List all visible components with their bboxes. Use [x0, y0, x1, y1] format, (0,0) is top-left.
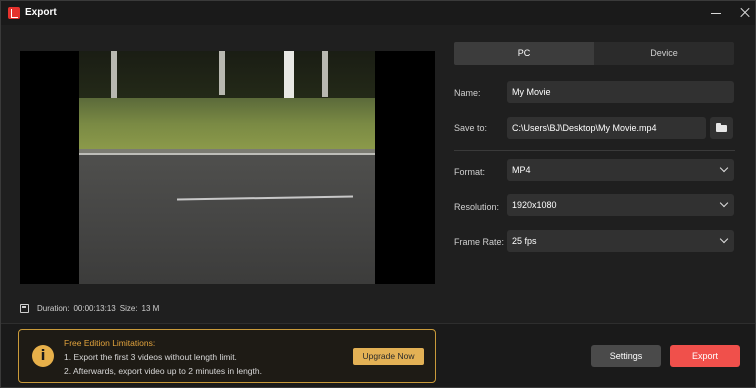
frame-trees — [79, 51, 375, 101]
resolution-value: 1920x1080 — [512, 200, 557, 210]
notice-line-2: 2. Afterwards, export video up to 2 minu… — [64, 366, 262, 376]
format-select[interactable]: MP4 — [507, 159, 734, 181]
window-title: Export — [25, 7, 57, 18]
video-preview — [20, 51, 435, 284]
format-value: MP4 — [512, 165, 531, 175]
name-label: Name: — [454, 88, 481, 98]
chevron-down-icon — [719, 198, 729, 208]
title-bar: Export — [1, 1, 755, 25]
frame-grass — [79, 98, 375, 150]
save-to-label: Save to: — [454, 123, 488, 133]
frame-rate-label: Frame Rate: — [454, 237, 505, 247]
notice-title: Free Edition Limitations: — [64, 338, 156, 348]
video-frame — [79, 51, 375, 284]
name-field[interactable]: My Movie — [507, 81, 734, 103]
duration-value: 00:00:13:13 — [73, 303, 116, 313]
chevron-down-icon — [719, 163, 729, 173]
duration-label: Duration: — [37, 303, 70, 313]
settings-button[interactable]: Settings — [591, 345, 661, 367]
size-value: 13 M — [141, 303, 160, 313]
frame-road — [79, 154, 375, 284]
export-button[interactable]: Export — [670, 345, 740, 367]
frame-rate-select[interactable]: 25 fps — [507, 230, 734, 252]
frame-trunk — [322, 51, 328, 97]
frame-trunk — [111, 51, 117, 99]
format-label: Format: — [454, 167, 486, 177]
notice-line-1: 1. Export the first 3 videos without len… — [64, 352, 237, 362]
divider — [454, 150, 735, 151]
tab-device[interactable]: Device — [594, 42, 734, 65]
info-warning-icon: i — [32, 345, 54, 367]
size-label: Size: — [119, 303, 138, 313]
minimize-icon[interactable] — [707, 4, 725, 22]
frame-rate-value: 25 fps — [512, 236, 537, 246]
export-dialog: Export Duration: 00:00:13:13 Size: 13 M … — [0, 0, 756, 388]
frame-edge-line — [79, 153, 375, 155]
close-icon[interactable] — [736, 4, 754, 22]
tab-pc[interactable]: PC — [454, 42, 594, 65]
chevron-down-icon — [719, 234, 729, 244]
preview-meta: Duration: 00:00:13:13 Size: 13 M — [20, 302, 159, 314]
app-logo-icon — [8, 7, 20, 19]
limitation-notice: i Free Edition Limitations: 1. Export th… — [18, 329, 436, 383]
resolution-label: Resolution: — [454, 202, 500, 212]
frame-trunk — [219, 51, 225, 95]
browse-folder-icon[interactable] — [710, 117, 733, 139]
save-file-icon — [20, 303, 29, 313]
resolution-select[interactable]: 1920x1080 — [507, 194, 734, 216]
upgrade-now-button[interactable]: Upgrade Now — [353, 348, 424, 365]
output-tabs: PC Device — [454, 42, 734, 65]
save-path-field[interactable]: C:\Users\BJ\Desktop\My Movie.mp4 — [507, 117, 706, 139]
